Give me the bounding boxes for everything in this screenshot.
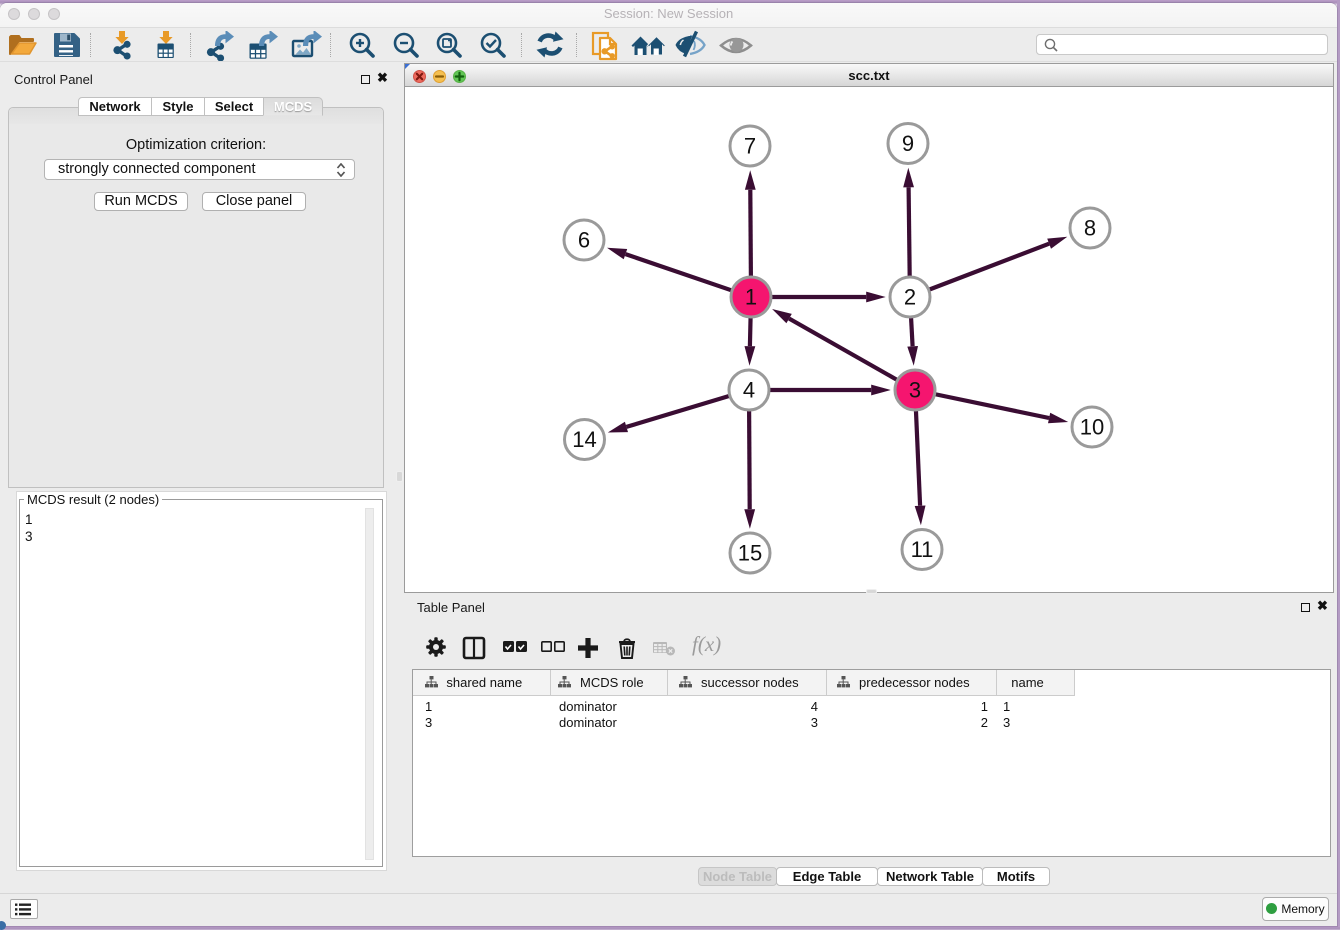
svg-text:7: 7 bbox=[744, 134, 756, 159]
svg-text:4: 4 bbox=[743, 378, 755, 403]
svg-text:15: 15 bbox=[738, 541, 762, 566]
svg-text:2: 2 bbox=[904, 285, 916, 310]
svg-text:8: 8 bbox=[1084, 216, 1096, 241]
svg-text:10: 10 bbox=[1080, 415, 1104, 440]
svg-text:9: 9 bbox=[902, 131, 914, 156]
svg-text:3: 3 bbox=[909, 378, 921, 403]
svg-text:11: 11 bbox=[911, 537, 934, 562]
svg-text:1: 1 bbox=[745, 285, 757, 310]
svg-text:6: 6 bbox=[578, 228, 590, 253]
svg-text:14: 14 bbox=[572, 427, 596, 452]
